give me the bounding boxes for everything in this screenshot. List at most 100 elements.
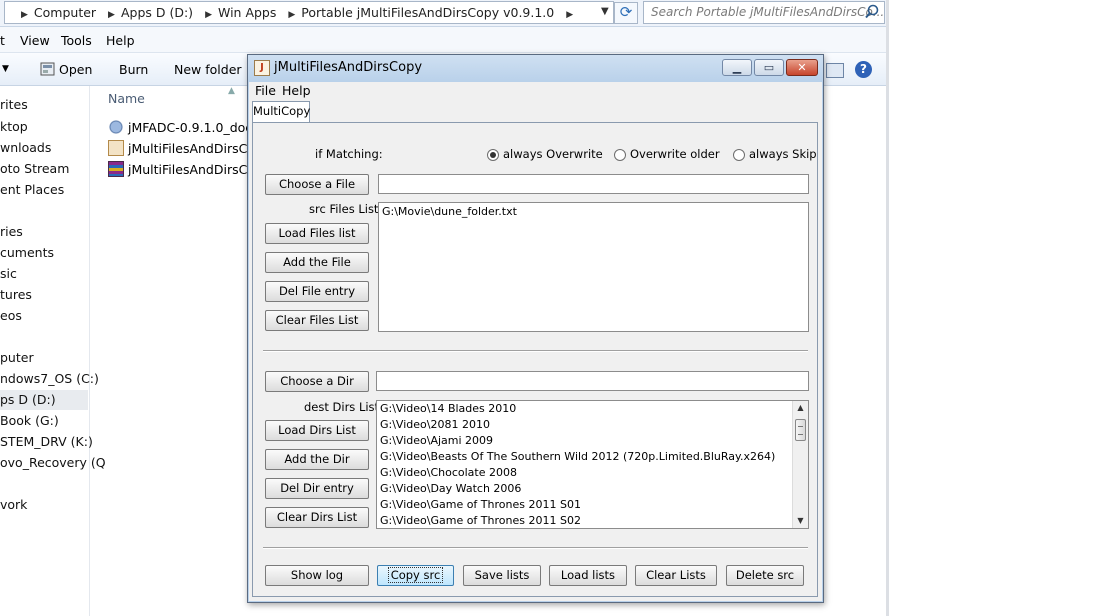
nav-item-drive-c[interactable]: ndows7_OS (C:): [0, 371, 99, 386]
search-input[interactable]: Search Portable jMultiFilesAndDirsCo...: [643, 1, 885, 24]
column-header-name[interactable]: Name: [108, 91, 145, 106]
menu-tools[interactable]: Tools: [61, 33, 92, 48]
app-menu-help[interactable]: Help: [282, 83, 311, 98]
organize-dropdown-icon[interactable]: ▼: [2, 64, 9, 74]
help-icon[interactable]: ?: [855, 61, 872, 78]
add-dir-button[interactable]: Add the Dir: [265, 449, 369, 470]
delete-src-button[interactable]: Delete src: [726, 565, 804, 586]
chevron-right-icon[interactable]: ▶: [288, 10, 295, 20]
copy-src-button[interactable]: Copy src: [377, 565, 454, 586]
load-dirs-list-button[interactable]: Load Dirs List: [265, 420, 369, 441]
dir-path-field[interactable]: [376, 371, 809, 391]
clear-files-list-button[interactable]: Clear Files List: [265, 310, 369, 331]
radio-overwrite-older[interactable]: [614, 149, 626, 161]
minimize-button[interactable]: ▁: [722, 59, 752, 76]
list-item[interactable]: G:\Video\Beasts Of The Southern Wild 201…: [380, 450, 775, 463]
nav-item-recent-places[interactable]: ent Places: [0, 182, 64, 197]
tab-multicopy[interactable]: MultiCopy: [252, 101, 310, 122]
list-item[interactable]: G:\Video\Game of Thrones 2011 S01: [380, 498, 581, 511]
del-file-entry-button[interactable]: Del File entry: [265, 281, 369, 302]
nav-item-favorites[interactable]: rites: [0, 97, 28, 112]
close-button[interactable]: ✕: [786, 59, 818, 76]
java-icon[interactable]: J: [254, 60, 270, 76]
scroll-down-icon[interactable]: ▼: [793, 514, 808, 528]
scroll-up-icon[interactable]: ▲: [793, 401, 808, 415]
view-options-icon[interactable]: [826, 63, 844, 78]
file-item[interactable]: jMultiFilesAndDirsCop: [108, 161, 263, 177]
scroll-thumb[interactable]: [795, 419, 806, 441]
chevron-right-icon[interactable]: ▶: [566, 10, 573, 20]
nav-item-videos[interactable]: eos: [0, 308, 22, 323]
breadcrumb-computer[interactable]: Computer: [34, 5, 96, 20]
nav-item-photo-stream[interactable]: oto Stream: [0, 161, 69, 176]
file-item[interactable]: jMultiFilesAndDirsCop: [108, 140, 263, 156]
list-item[interactable]: G:\Video\Game of Thrones 2011 S02: [380, 514, 581, 527]
sort-up-icon: ▲: [228, 86, 235, 96]
menu-help[interactable]: Help: [106, 33, 135, 48]
window-title: jMultiFilesAndDirsCopy: [274, 60, 423, 75]
nav-item-network[interactable]: vork: [0, 497, 27, 512]
list-item[interactable]: G:\Video\Day Watch 2006: [380, 482, 521, 495]
address-bar: ▶ Computer ▶ Apps D (D:) ▶ Win Apps ▶ Portab…: [0, 0, 888, 27]
chevron-right-icon[interactable]: ▶: [205, 10, 212, 20]
show-log-button[interactable]: Show log: [265, 565, 369, 586]
load-lists-button[interactable]: Load lists: [549, 565, 627, 586]
radio-label-always-skip[interactable]: always Skip: [749, 147, 817, 161]
radio-label-overwrite-older[interactable]: Overwrite older: [630, 147, 720, 161]
menu-edit[interactable]: t: [0, 33, 5, 48]
radio-label-always-overwrite[interactable]: always Overwrite: [503, 147, 603, 161]
nav-item-documents[interactable]: cuments: [0, 245, 54, 260]
list-item[interactable]: G:\Video\Chocolate 2008: [380, 466, 517, 479]
file-path-field[interactable]: [378, 174, 809, 194]
src-files-list[interactable]: G:\Movie\dune_folder.txt: [378, 202, 809, 332]
chevron-right-icon[interactable]: ▶: [21, 10, 28, 20]
clear-dirs-list-button[interactable]: Clear Dirs List: [265, 507, 369, 528]
burn-button[interactable]: Burn: [119, 62, 148, 77]
breadcrumb-current-folder[interactable]: Portable jMultiFilesAndDirsCopy v0.9.1.0: [301, 5, 554, 20]
clear-lists-button[interactable]: Clear Lists: [635, 565, 717, 586]
title-bar[interactable]: J jMultiFilesAndDirsCopy ▁ ▭ ✕: [248, 55, 823, 82]
nav-item-drive-k[interactable]: STEM_DRV (K:): [0, 434, 93, 449]
breadcrumb-win-apps[interactable]: Win Apps: [218, 5, 276, 20]
list-item[interactable]: G:\Video\2081 2010: [380, 418, 490, 431]
save-lists-button[interactable]: Save lists: [463, 565, 541, 586]
nav-item-drive-d[interactable]: ps D (D:): [0, 390, 88, 410]
nav-item-computer[interactable]: puter: [0, 350, 34, 365]
nav-item-libraries[interactable]: ries: [0, 224, 23, 239]
separator: [263, 547, 808, 549]
nav-item-pictures[interactable]: tures: [0, 287, 32, 302]
nav-item-music[interactable]: sic: [0, 266, 17, 281]
refresh-icon[interactable]: ⟳: [614, 2, 638, 24]
nav-item-desktop[interactable]: ktop: [0, 119, 28, 134]
chevron-right-icon[interactable]: ▶: [108, 10, 115, 20]
dest-dirs-label: dest Dirs List:: [304, 400, 383, 414]
copy-src-label: Copy src: [387, 567, 444, 583]
nav-item-drive-g[interactable]: Book (G:): [0, 413, 59, 428]
radio-always-skip[interactable]: [733, 149, 745, 161]
open-button[interactable]: Open: [40, 62, 92, 77]
radio-always-overwrite[interactable]: [487, 149, 499, 161]
list-item[interactable]: G:\Movie\dune_folder.txt: [382, 205, 517, 218]
open-label: Open: [59, 62, 93, 77]
chevron-down-icon[interactable]: ▼: [601, 6, 609, 17]
choose-file-button[interactable]: Choose a File: [265, 174, 369, 195]
menu-bar: t View Tools Help: [0, 27, 888, 53]
close-icon: ✕: [797, 61, 807, 74]
dest-dirs-list[interactable]: G:\Video\14 Blades 2010 G:\Video\2081 20…: [376, 400, 809, 529]
menu-view[interactable]: View: [20, 33, 50, 48]
choose-dir-button[interactable]: Choose a Dir: [265, 371, 369, 392]
nav-item-downloads[interactable]: wnloads: [0, 140, 51, 155]
archive-icon: [108, 161, 124, 177]
maximize-button[interactable]: ▭: [754, 59, 784, 76]
list-item[interactable]: G:\Video\14 Blades 2010: [380, 402, 516, 415]
load-files-list-button[interactable]: Load Files list: [265, 223, 369, 244]
del-dir-entry-button[interactable]: Del Dir entry: [265, 478, 369, 499]
app-menu-file[interactable]: File: [255, 83, 276, 98]
breadcrumb-apps-d[interactable]: Apps D (D:): [121, 5, 193, 20]
search-icon[interactable]: [864, 3, 880, 21]
new-folder-button[interactable]: New folder: [174, 62, 242, 77]
list-item[interactable]: G:\Video\Ajami 2009: [380, 434, 493, 447]
dest-dirs-scrollbar[interactable]: ▲ ▼: [792, 401, 808, 528]
breadcrumb[interactable]: ▶ Computer ▶ Apps D (D:) ▶ Win Apps ▶ Portab…: [4, 1, 614, 24]
add-file-button[interactable]: Add the File: [265, 252, 369, 273]
